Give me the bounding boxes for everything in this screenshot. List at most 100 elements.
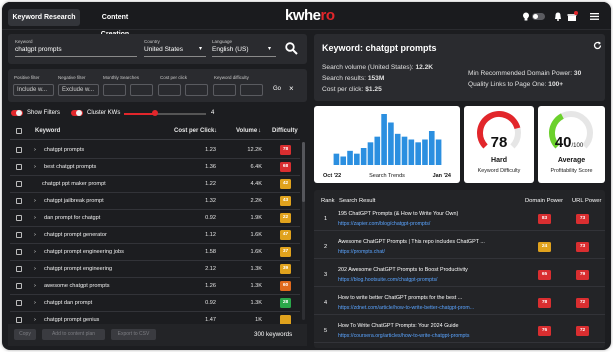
row-checkbox[interactable] [16,300,22,306]
table-row[interactable]: › chatgpt jailbreak prompt 1.32 2.2K 43 [10,193,300,210]
export-csv-button[interactable]: Export to CSV [111,329,156,340]
expand-chevron-icon[interactable]: › [34,300,36,306]
url-power-badge: 79 [576,270,589,280]
cpc-min-input[interactable] [158,84,181,96]
serp-url[interactable]: https://blog.hootsuite.com/chatgpt-promp… [338,277,437,283]
table-row[interactable]: › awesome chatgpt prompts 1.26 1.3K 60 [10,278,300,295]
serp-title[interactable]: Awesome ChatGPT Prompts | This repo incl… [338,239,485,245]
serp-url[interactable]: https://prompts.chat/ [338,249,385,255]
expand-chevron-icon[interactable]: › [34,266,36,272]
add-to-content-plan-button[interactable]: Add to content plan [42,329,105,340]
positive-filter-input[interactable]: Include w... [13,84,54,96]
keyword-input[interactable]: chatgpt prompts [15,46,62,53]
volume-column-header[interactable]: Volume [236,128,257,134]
difficulty-column-header[interactable]: Difficulty [272,128,298,134]
cluster-slider-track[interactable] [124,113,206,115]
kd-min-input[interactable] [213,84,236,96]
lightbulb-icon[interactable] [522,12,530,21]
trend-start-label: Oct '22 [323,173,341,179]
volume-sort-icon[interactable]: ↓ [258,128,261,134]
table-row[interactable]: › chatgpt prompts 1.23 12.2K 78 [10,142,300,159]
expand-chevron-icon[interactable]: › [34,283,36,289]
url-power-badge: 72 [576,298,589,308]
serp-title[interactable]: How To Write ChatGPT Prompts: Your 2024 … [338,323,458,329]
row-checkbox[interactable] [16,215,22,221]
keyword-overview-panel: Keyword: chatgpt prompts Search volume (… [314,34,605,101]
tab-keyword-research[interactable]: Keyword Research [8,9,80,26]
go-button[interactable]: Go [273,86,281,92]
show-filters-label: Show Filters [27,110,61,116]
expand-chevron-icon[interactable]: › [34,232,36,238]
gift-icon[interactable] [567,11,578,22]
serp-url[interactable]: https://coursera.org/articles/how-to-wri… [338,333,469,339]
cpc-cell: 1.47 [205,317,216,323]
domain-power-badge: 65 [538,270,551,280]
cpc-sort-icon[interactable]: ↓ [214,128,217,134]
keyword-column-header[interactable]: Keyword [35,128,60,134]
expand-chevron-icon[interactable]: › [34,215,36,221]
row-checkbox[interactable] [16,249,22,255]
expand-chevron-icon[interactable]: › [34,317,36,323]
country-chevron-icon[interactable]: ▾ [199,45,202,52]
trend-title: Search Trends [369,173,405,179]
negative-filter-label: Negative filter [58,75,86,80]
domain-power-column-header: Domain Power [525,198,564,204]
serp-title[interactable]: 202 Awesome ChatGPT Prompts to Boost Pro… [338,267,468,273]
cluster-slider-handle[interactable] [152,110,158,116]
monthly-max-input[interactable] [130,84,153,96]
language-select[interactable]: English (US) [212,46,248,53]
keyword-count: 300 keywords [254,331,293,338]
kd-gauge-value: 78 [491,134,508,151]
row-checkbox[interactable] [16,181,22,187]
table-row[interactable]: › chatgpt prompt engineering jobs 1.58 1.6K… [10,244,300,261]
table-row[interactable]: › chatgpt prompt engineering 2.12 1.3K 39 [10,261,300,278]
row-checkbox[interactable] [16,266,22,272]
row-checkbox[interactable] [16,198,22,204]
copy-button[interactable]: Copy [14,329,36,340]
table-scrollbar[interactable] [302,142,305,320]
url-power-column-header: URL Power [572,198,602,204]
cluster-kws-toggle[interactable] [71,110,83,116]
expand-chevron-icon[interactable]: › [34,249,36,255]
expand-chevron-icon[interactable]: › [34,147,36,153]
table-row[interactable]: chatgpt ppt maker prompt 1.22 4.4K 42 [10,176,300,193]
tab-content-creation[interactable]: Content Creation [88,9,142,38]
bell-icon[interactable] [554,12,562,21]
select-all-checkbox[interactable] [16,128,22,134]
serp-rank: 5 [324,328,328,334]
table-row[interactable]: › dan prompt for chatgpt 0.92 1.9K 22 [10,210,300,227]
cpc-max-input[interactable] [185,84,208,96]
negative-filter-input[interactable]: Exclude w... [58,84,99,96]
kd-max-input[interactable] [240,84,263,96]
row-checkbox[interactable] [16,283,22,289]
refresh-icon[interactable] [593,41,602,50]
expand-chevron-icon[interactable]: › [34,198,36,204]
table-row[interactable]: › best chatgpt prompts 1.36 6.4K 68 [10,159,300,176]
serp-url[interactable]: https://zapier.com/blog/chatgpt-prompts/ [338,221,430,227]
row-checkbox[interactable] [16,164,22,170]
monthly-min-input[interactable] [103,84,126,96]
row-checkbox[interactable] [16,147,22,153]
row-checkbox[interactable] [16,317,22,323]
search-volume-stat: Search volume (United States): 12.2K [322,64,433,71]
table-row[interactable]: › chatgpt prompt generator 1.12 1.6K 47 [10,227,300,244]
row-checkbox[interactable] [16,232,22,238]
close-icon[interactable]: × [289,84,294,93]
expand-chevron-icon[interactable]: › [34,164,36,170]
menu-icon[interactable] [590,13,599,20]
serp-row: 5 How To Write ChatGPT Prompts: Your 2024… [314,318,605,343]
theme-toggle[interactable] [532,13,545,20]
serp-url[interactable]: https://zdnet.com/article/how-to-write-b… [338,305,474,311]
show-filters-toggle[interactable] [11,110,23,116]
serp-title[interactable]: 195 ChatGPT Prompts (& How to Write Your… [338,211,458,217]
profit-label: Profitability Score [550,168,593,174]
language-chevron-icon[interactable]: ▾ [268,45,271,52]
serp-title[interactable]: How to write better ChatGPT prompts for … [338,295,462,301]
table-row[interactable]: › chatgpt dan prompt 0.92 1.3K 28 [10,295,300,312]
positive-filter-label: Positive filter [14,75,40,80]
country-select[interactable]: United States [144,46,183,53]
search-icon[interactable] [285,42,298,55]
min-domain-power-value: 30 [573,70,582,77]
cpc-column-header[interactable]: Cost per Click [174,128,214,134]
cpc-cell: 1.32 [205,198,216,204]
